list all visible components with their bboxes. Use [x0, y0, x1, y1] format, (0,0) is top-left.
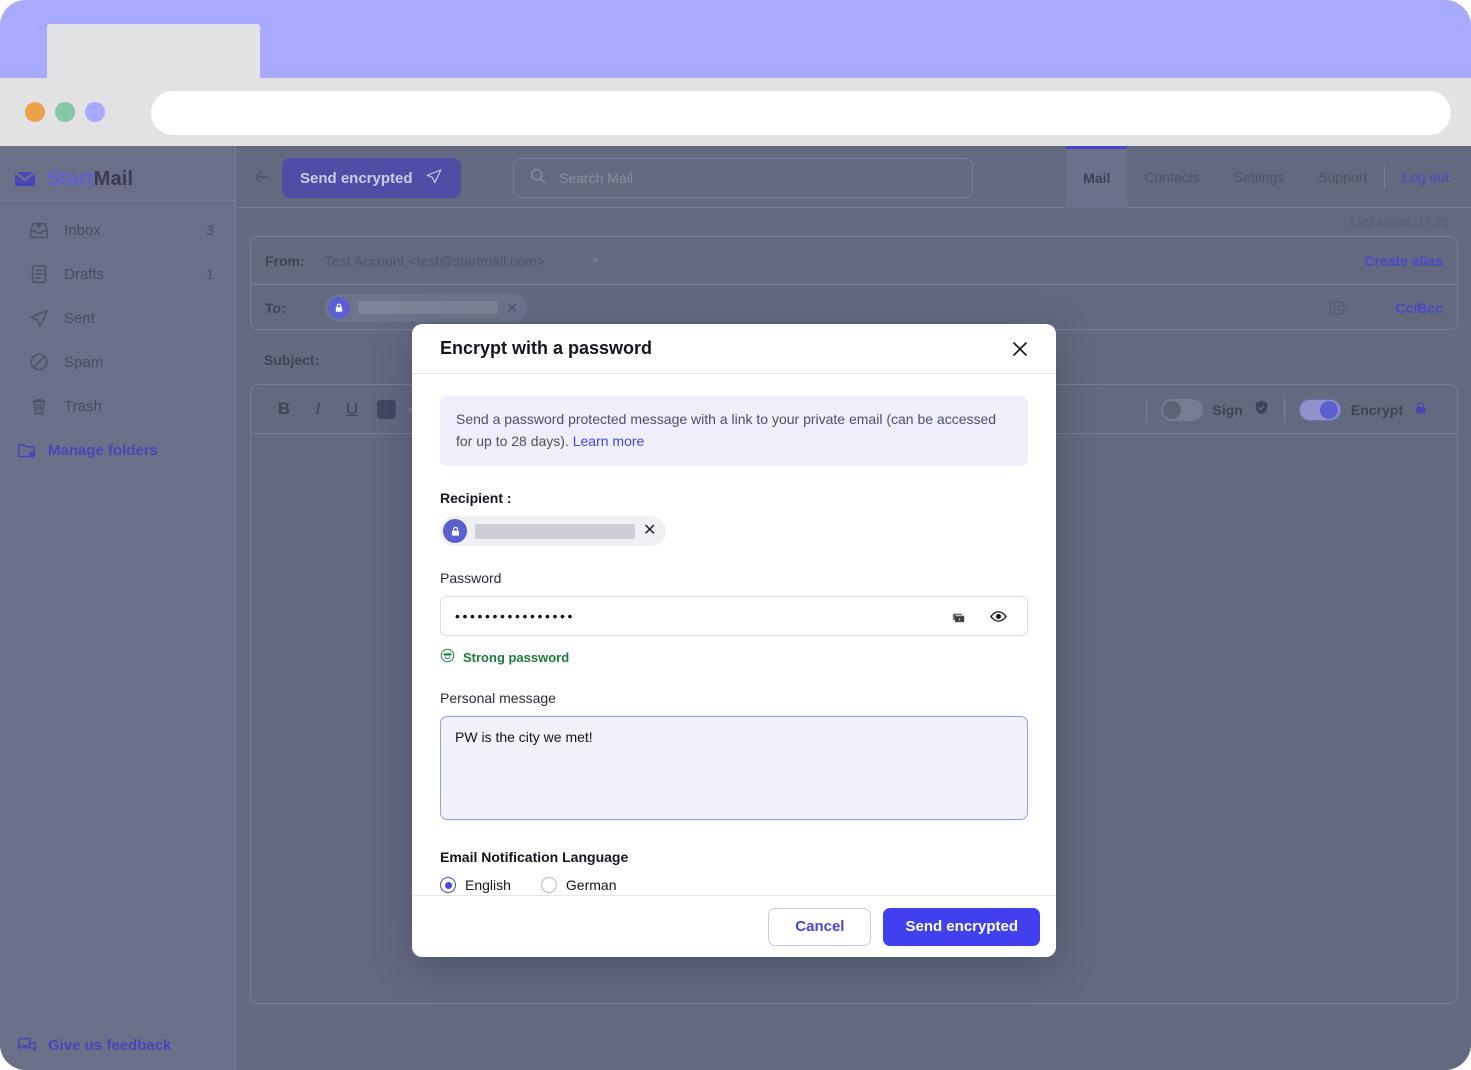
info-banner: Send a password protected message with a…: [440, 396, 1028, 466]
modal-footer: Cancel Send encrypted: [412, 895, 1056, 957]
radio-german[interactable]: [540, 877, 557, 893]
password-strength: Strong password: [440, 648, 1028, 666]
personal-message-label: Personal message: [440, 690, 556, 706]
modal-header: Encrypt with a password: [412, 324, 1056, 374]
send-encrypted-button[interactable]: Send encrypted: [883, 907, 1040, 946]
lock-icon: [443, 519, 467, 543]
password-field[interactable]: •••••••••••••••• 1: [440, 596, 1028, 636]
info-banner-text: Send a password protected message with a…: [456, 411, 997, 449]
language-option-german[interactable]: German: [540, 877, 617, 893]
app-window: StartMail Inbox 3 Drafts 1 Sent Spam Tra…: [0, 0, 1471, 1070]
sunglasses-face-icon: [440, 648, 455, 666]
password-value: ••••••••••••••••: [455, 608, 576, 624]
modal-title: Encrypt with a password: [440, 338, 653, 358]
close-icon[interactable]: [1008, 337, 1032, 361]
learn-more-link[interactable]: Learn more: [573, 433, 645, 449]
language-radio-group: English German: [440, 877, 1028, 893]
cancel-button[interactable]: Cancel: [768, 907, 872, 946]
language-option-label: German: [565, 877, 617, 893]
modal-body: Send a password protected message with a…: [412, 374, 1056, 895]
language-option-english[interactable]: English: [440, 877, 511, 893]
language-label: Email Notification Language: [440, 849, 629, 865]
generate-password-icon[interactable]: 1: [945, 603, 971, 629]
eye-icon[interactable]: [985, 603, 1011, 629]
redacted-recipient-address: [475, 523, 635, 539]
personal-message-input[interactable]: [440, 716, 1028, 820]
radio-english[interactable]: [440, 877, 456, 893]
recipient-label: Recipient :: [440, 490, 512, 506]
encrypt-password-modal: Encrypt with a password Send a password …: [412, 324, 1056, 957]
password-strength-label: Strong password: [463, 649, 570, 665]
remove-recipient-icon[interactable]: ✕: [643, 523, 656, 539]
password-label: Password: [440, 570, 502, 586]
language-option-label: English: [465, 877, 511, 893]
recipient-chip[interactable]: ✕: [440, 516, 667, 546]
